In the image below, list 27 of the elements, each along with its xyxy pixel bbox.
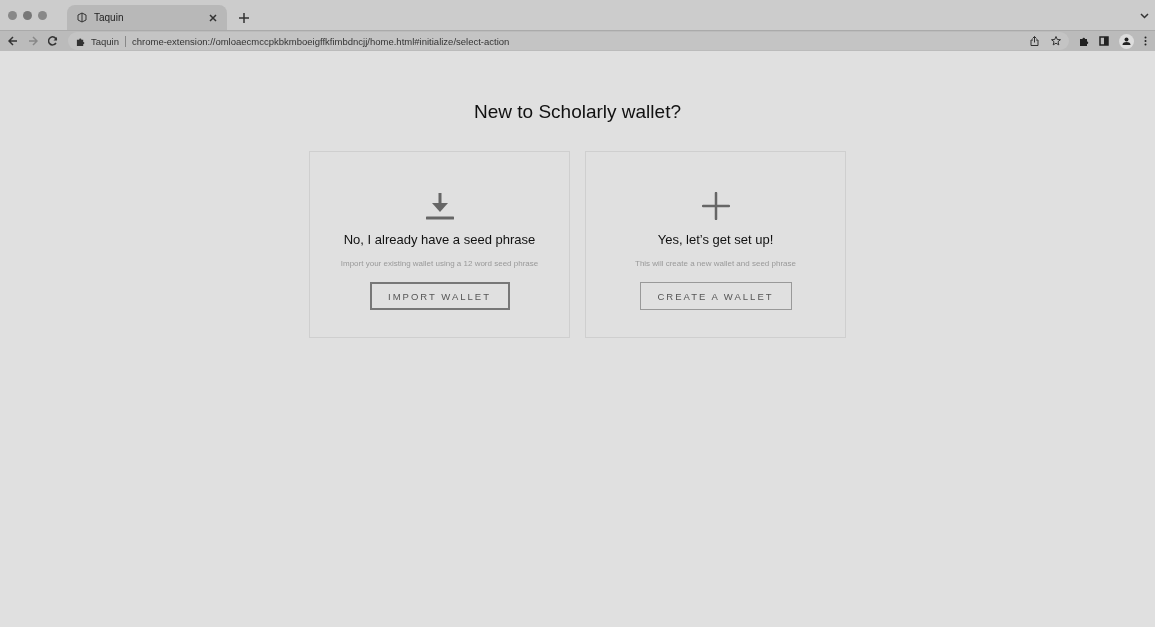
plus-icon (701, 192, 730, 220)
share-icon[interactable] (1030, 36, 1039, 46)
reload-icon[interactable] (48, 36, 58, 46)
url-text: chrome-extension://omloaecmccpkbkmboeigffkfimbdncjj/home.html#initialize/select-action (132, 35, 511, 47)
side-panel-icon[interactable] (1099, 36, 1109, 46)
option-button[interactable]: IMPORT WALLET (369, 282, 510, 310)
option-title: Yes, let’s get set up! (657, 232, 774, 247)
browser-tab[interactable]: Taquin (67, 5, 227, 30)
more-icon[interactable] (1144, 36, 1147, 46)
option-description: This will create a new wallet and seed phrase (635, 259, 796, 268)
minimize-window-icon[interactable] (23, 10, 32, 20)
page-heading: New to Scholarly wallet? (474, 101, 681, 123)
site-label: Taquin (91, 35, 119, 47)
hexagon-icon (77, 12, 87, 23)
chevron-down-icon[interactable] (1140, 13, 1149, 19)
address-bar[interactable]: Taquin chrome-extension://omloaecmccpkbkmboeigffkfimbdncjj/home.html#initialize/select-action (68, 32, 1069, 50)
puzzle-icon[interactable] (1079, 36, 1089, 46)
option-title: No, I already have a seed phrase (343, 232, 536, 247)
option-button[interactable]: CREATE A WALLET (639, 282, 792, 310)
download-icon (425, 192, 454, 220)
back-icon[interactable] (8, 36, 18, 46)
new-tab-icon[interactable] (239, 13, 249, 23)
tab-title: Taquin (94, 12, 125, 23)
puzzle-icon (76, 36, 85, 46)
profile-icon[interactable] (1119, 33, 1134, 49)
close-icon[interactable] (209, 13, 217, 22)
star-icon[interactable] (1051, 36, 1061, 46)
